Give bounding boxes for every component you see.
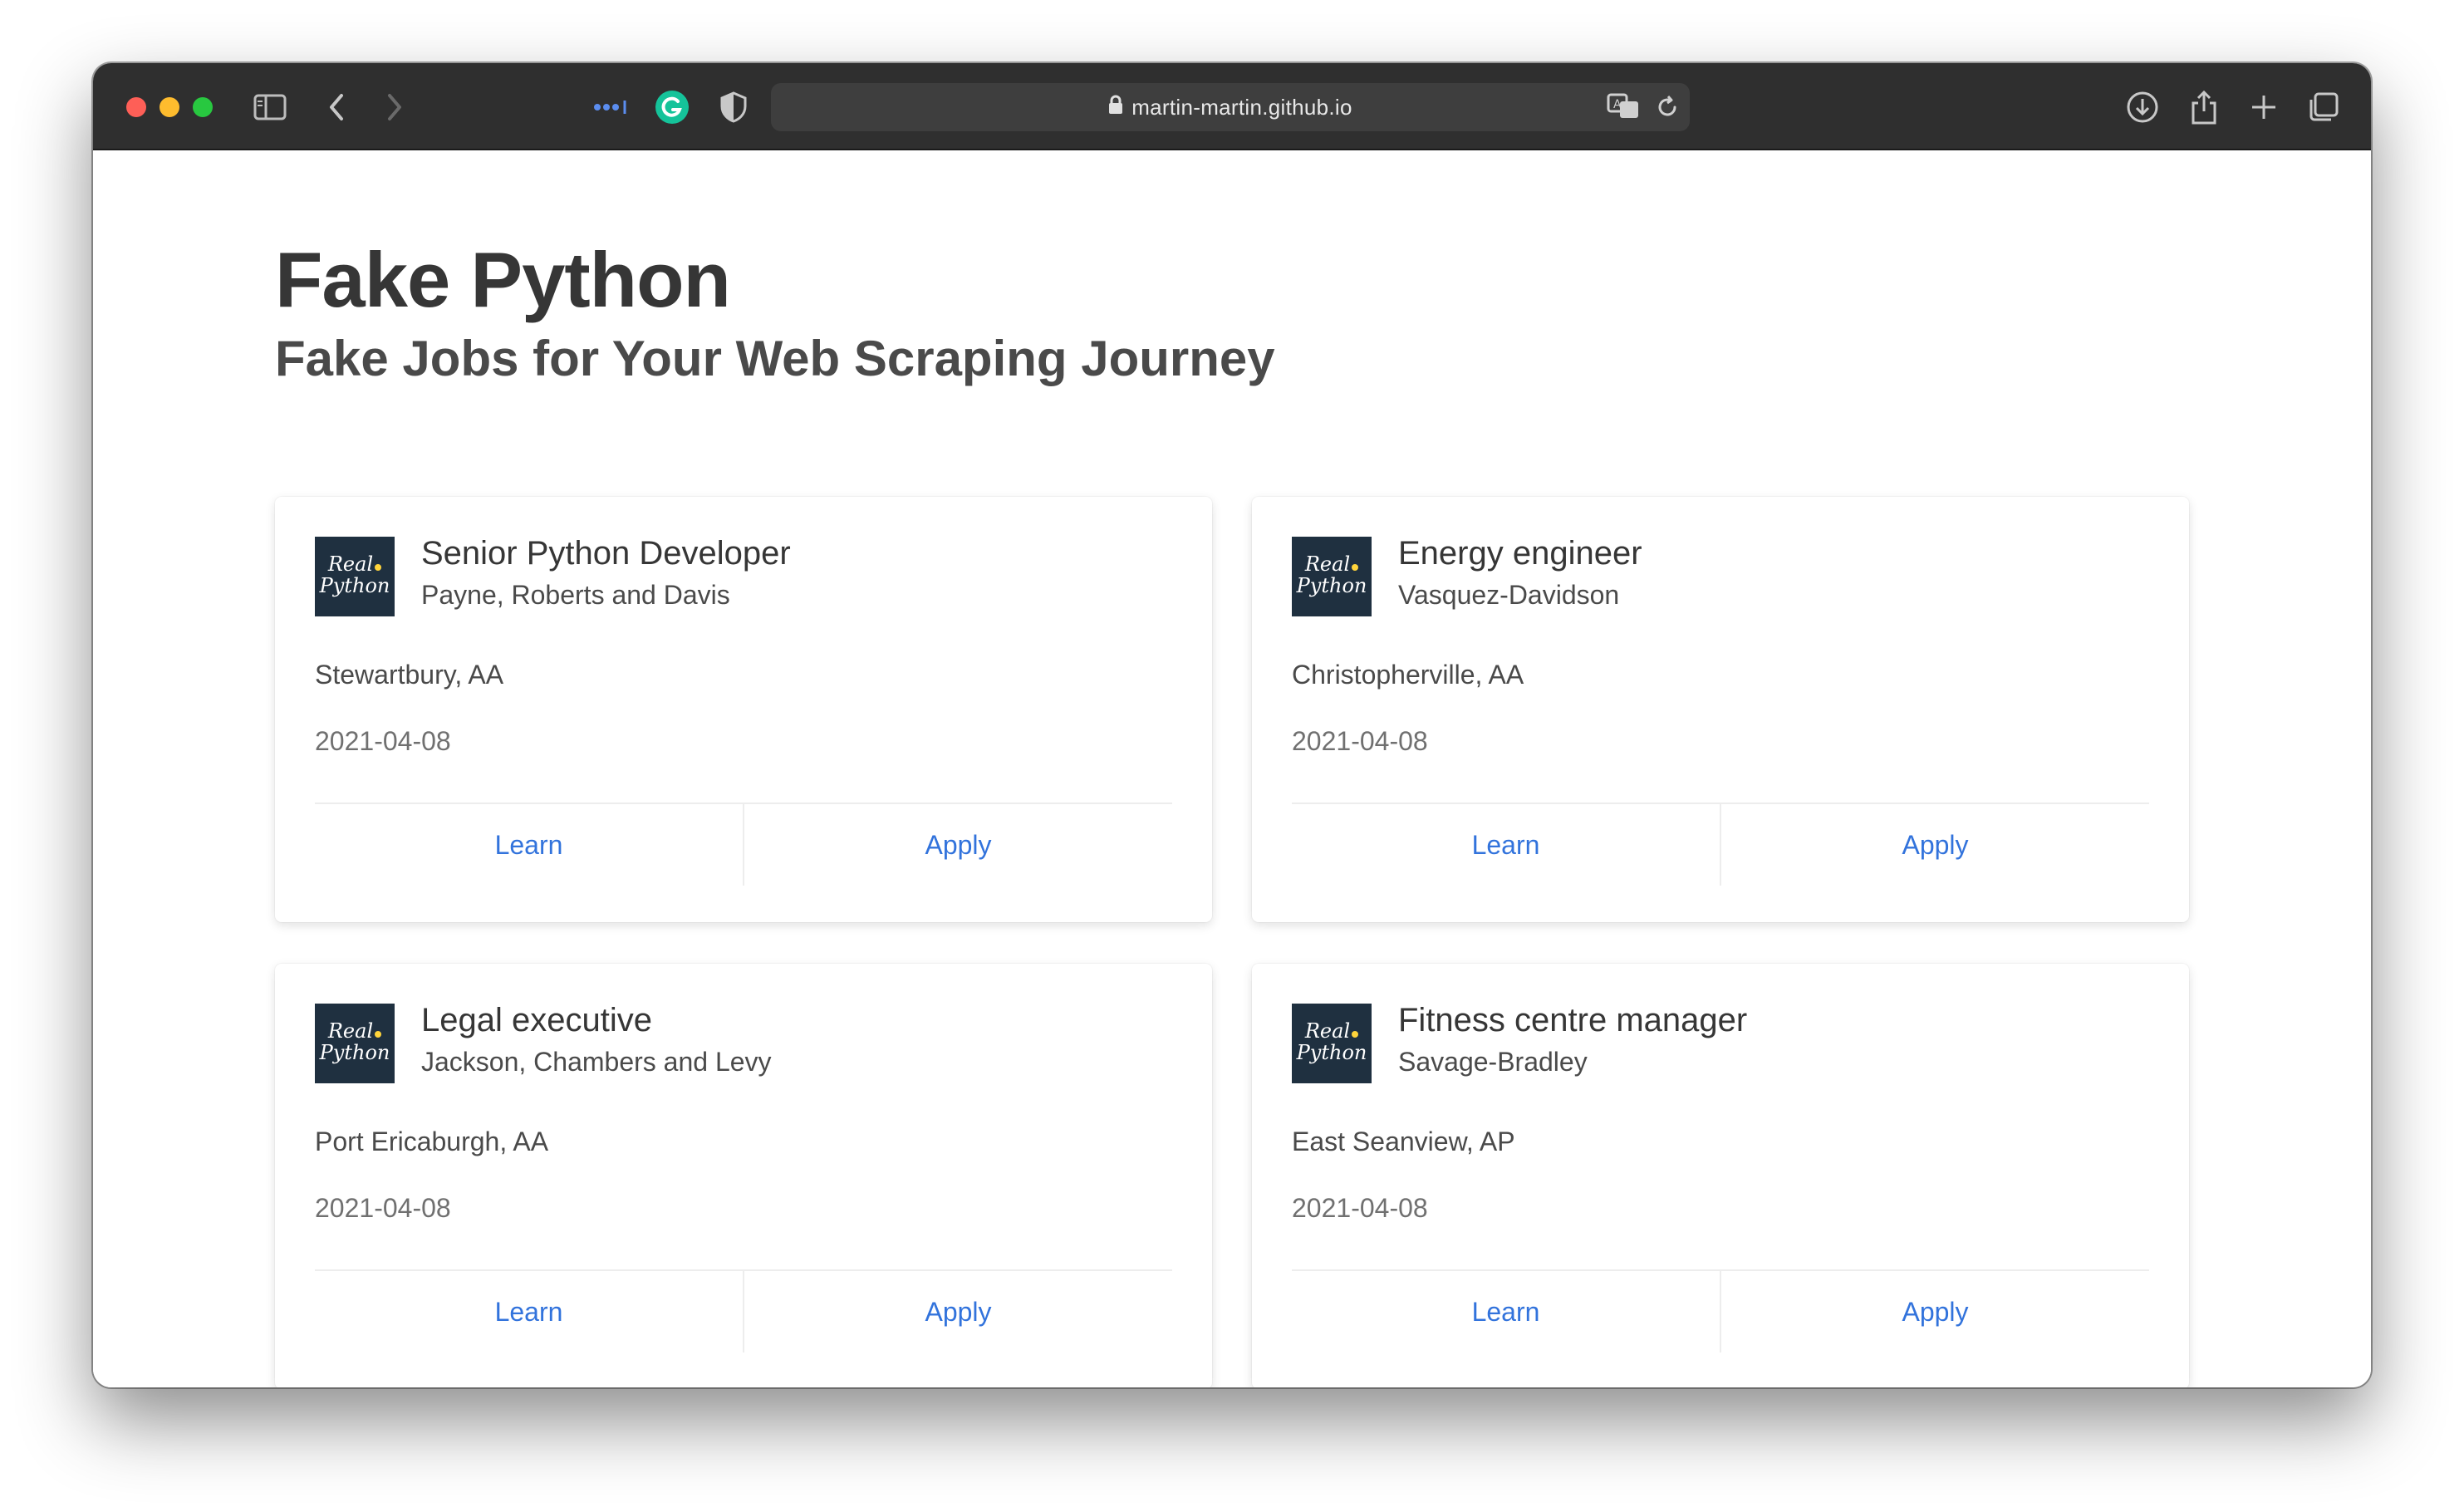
company-name: Vasquez-Davidson — [1398, 580, 1620, 610]
posting-date: 2021-04-08 — [315, 1193, 451, 1223]
privacy-shield-icon[interactable] — [714, 88, 753, 126]
posting-date: 2021-04-08 — [1292, 726, 1428, 756]
browser-window: martin-martin.github.io A Fake Python Fa… — [93, 63, 2371, 1387]
job-title: Senior Python Developer — [421, 535, 791, 572]
job-title: Fitness centre manager — [1398, 1002, 1748, 1038]
company-name: Savage-Bradley — [1398, 1047, 1588, 1077]
posting-date: 2021-04-08 — [1292, 1193, 1428, 1223]
grammarly-icon[interactable] — [653, 88, 691, 126]
real-python-logo: Real Python — [1292, 537, 1372, 616]
reload-icon[interactable] — [1655, 95, 1680, 124]
page-content: Fake Python Fake Jobs for Your Web Scrap… — [93, 152, 2371, 1387]
job-card: Real Python Legal executive Jackson, Cham… — [275, 964, 1212, 1387]
job-card: Real Python Energy engineer Vasquez-David… — [1252, 497, 2189, 922]
job-location: East Seanview, AP — [1292, 1127, 1515, 1156]
apply-link[interactable]: Apply — [743, 804, 1172, 886]
company-name: Jackson, Chambers and Levy — [421, 1047, 772, 1077]
learn-link[interactable]: Learn — [1292, 1271, 1720, 1352]
card-footer: Learn Apply — [1292, 803, 2149, 886]
url-text: martin-martin.github.io — [1131, 94, 1352, 120]
job-title: Energy engineer — [1398, 535, 1642, 572]
job-card: Real Python Fitness centre manager Savage… — [1252, 964, 2189, 1387]
sidebar-icon[interactable] — [251, 88, 289, 126]
download-icon[interactable] — [2123, 88, 2162, 126]
page-subtitle: Fake Jobs for Your Web Scraping Journey — [275, 331, 1275, 386]
learn-link[interactable]: Learn — [315, 1271, 743, 1352]
translate-icon[interactable]: A — [1607, 91, 1640, 125]
zoom-window-button[interactable] — [193, 97, 213, 117]
back-icon[interactable] — [317, 88, 356, 126]
real-python-logo: Real Python — [1292, 1004, 1372, 1083]
job-card: Real Python Senior Python Developer Payne… — [275, 497, 1212, 922]
job-location: Port Ericaburgh, AA — [315, 1127, 549, 1156]
real-python-logo: Real Python — [315, 1004, 395, 1083]
job-title: Legal executive — [421, 1002, 652, 1038]
minimize-window-button[interactable] — [160, 97, 179, 117]
apply-link[interactable]: Apply — [1720, 804, 2149, 886]
posting-date: 2021-04-08 — [315, 726, 451, 756]
tabs-overview-icon[interactable] — [2304, 88, 2343, 126]
lock-icon — [1108, 95, 1123, 120]
job-location: Stewartbury, AA — [315, 660, 504, 690]
job-location: Christopherville, AA — [1292, 660, 1524, 690]
card-footer: Learn Apply — [315, 803, 1172, 886]
svg-text:A: A — [1613, 98, 1622, 111]
card-footer: Learn Apply — [315, 1269, 1172, 1352]
forward-icon[interactable] — [375, 88, 414, 126]
close-window-button[interactable] — [126, 97, 146, 117]
card-footer: Learn Apply — [1292, 1269, 2149, 1352]
password-icon[interactable] — [591, 88, 630, 126]
browser-toolbar: martin-martin.github.io A — [93, 63, 2371, 150]
apply-link[interactable]: Apply — [1720, 1271, 2149, 1352]
real-python-logo: Real Python — [315, 537, 395, 616]
new-tab-icon[interactable] — [2245, 88, 2283, 126]
address-bar[interactable]: martin-martin.github.io A — [771, 83, 1690, 131]
company-name: Payne, Roberts and Davis — [421, 580, 730, 610]
page-title: Fake Python — [275, 236, 731, 323]
share-icon[interactable] — [2185, 88, 2223, 126]
learn-link[interactable]: Learn — [315, 804, 743, 886]
apply-link[interactable]: Apply — [743, 1271, 1172, 1352]
learn-link[interactable]: Learn — [1292, 804, 1720, 886]
